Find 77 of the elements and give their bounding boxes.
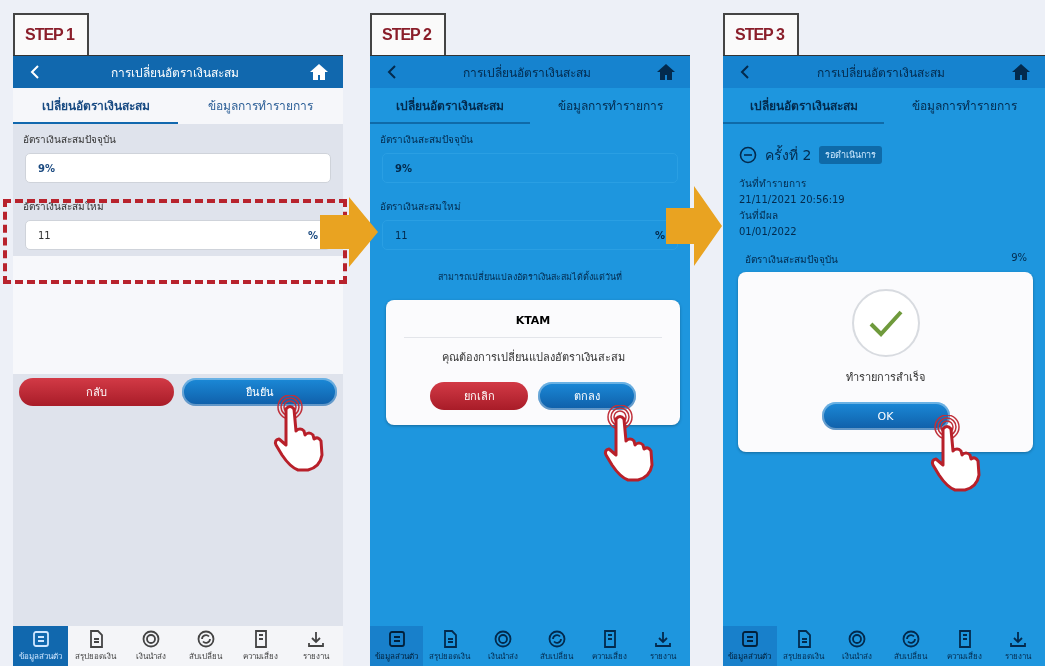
id-card-icon (386, 629, 407, 649)
step-label: STEP 1 (13, 13, 89, 55)
back-icon[interactable] (29, 64, 41, 80)
detail-label: วันที่ทำรายการ (738, 176, 807, 191)
tab[interactable]: ข้อมูลการทำรายการ (884, 88, 1045, 124)
step-label: STEP 3 (723, 13, 799, 55)
back-icon[interactable] (386, 64, 398, 80)
tab[interactable]: เปลี่ยนอัตราเงินสะสม (723, 88, 884, 124)
nav-item[interactable]: เงินนำส่ง (123, 626, 178, 666)
nav-item[interactable]: สรุปยอดเงิน (423, 626, 477, 666)
screen-title: การเปลี่ยนอัตราเงินสะสม (463, 63, 591, 82)
cancel-button[interactable]: ยกเลิก (430, 382, 528, 410)
detail-label: วันที่มีผล (738, 208, 779, 223)
back-icon[interactable] (739, 64, 751, 80)
arrow-icon (666, 186, 722, 266)
field-label: อัตราเงินสะสมปัจจุบัน (22, 133, 117, 148)
detail-value: 21/11/2021 20:56:19 (738, 193, 846, 207)
field-value: 11 (38, 229, 51, 241)
nav-item[interactable]: รายงาน (636, 626, 690, 666)
nav-item[interactable]: เงินนำส่ง (476, 626, 530, 666)
nav-item[interactable]: สรุปยอดเงิน (776, 626, 831, 666)
download-icon (653, 629, 674, 649)
coin-icon (847, 629, 868, 649)
field-label: อัตราเงินสะสมปัจจุบัน (379, 133, 474, 148)
nav-item[interactable]: สรุปยอดเงิน (68, 626, 123, 666)
download-icon (1008, 629, 1029, 649)
note-text: สามารถเปลี่ยนแปลงอัตราเงินสะสมได้ตั้งแต่วันที่ (438, 270, 622, 284)
field-value: 9% (38, 162, 55, 174)
home-icon[interactable] (1011, 63, 1031, 81)
step-label: STEP 2 (370, 13, 446, 55)
tab[interactable]: ข้อมูลการทำรายการ (178, 88, 343, 124)
status-badge: รอดำเนินการ (819, 146, 883, 164)
nav-item[interactable]: ข้อมูลส่วนตัว (13, 626, 68, 666)
dialog-title: KTAM (403, 314, 663, 338)
home-icon[interactable] (309, 63, 329, 81)
nav-item[interactable]: รายงาน (288, 626, 343, 666)
dialog-message: ทำรายการสำเร็จ (846, 369, 925, 386)
dialog-message: คุณต้องการเปลี่ยนแปลงอัตราเงินสะสม (441, 348, 625, 366)
screen-title: การเปลี่ยนอัตราเงินสะสม (817, 63, 945, 82)
nav-item[interactable]: ความเสี่ยง (937, 626, 992, 666)
nav-item[interactable]: ความเสี่ยง (583, 626, 637, 666)
nav-item[interactable]: เงินนำส่ง (830, 626, 884, 666)
nav-item[interactable]: ข้อมูลส่วนตัว (370, 626, 424, 666)
arrow-icon (320, 197, 378, 267)
field-label: อัตราเงินสะสมใหม่ (22, 200, 105, 214)
coin-icon (140, 629, 161, 649)
unit-label: % (307, 229, 318, 241)
detail-value: 9% (1011, 252, 1027, 265)
nav-item[interactable]: รายงาน (991, 626, 1045, 666)
nav-item[interactable]: สับเปลี่ยน (530, 626, 584, 666)
nav-item[interactable]: ความเสี่ยง (233, 626, 288, 666)
tab[interactable]: เปลี่ยนอัตราเงินสะสม (370, 88, 530, 124)
coin-icon (493, 629, 514, 649)
nav-item[interactable]: สับเปลี่ยน (178, 626, 233, 666)
field-label: อัตราเงินสะสมใหม่ (379, 200, 462, 214)
unit-label: % (654, 229, 665, 241)
entry-title: ครั้งที่ 2 (765, 144, 812, 165)
collapse-icon[interactable] (739, 146, 757, 164)
field-value: 9% (395, 162, 412, 174)
nav-item[interactable]: ข้อมูลส่วนตัว (723, 626, 777, 666)
new-rate-field[interactable]: 11 % (382, 220, 678, 250)
download-icon (305, 629, 326, 649)
field-value: 11 (395, 229, 408, 241)
screen-title: การเปลี่ยนอัตราเงินสะสม (111, 63, 239, 82)
id-card-icon (739, 629, 760, 649)
id-card-icon (30, 629, 51, 649)
back-button[interactable]: กลับ (19, 378, 174, 406)
detail-value: 01/01/2022 (738, 225, 798, 239)
confirm-button[interactable]: OK (821, 402, 950, 430)
nav-item[interactable]: สับเปลี่ยน (884, 626, 938, 666)
tab[interactable]: ข้อมูลการทำรายการ (530, 88, 690, 124)
checkmark-icon (850, 288, 921, 358)
home-icon[interactable] (656, 63, 676, 81)
detail-label: อัตราเงินสะสมปัจจุบัน (745, 253, 838, 267)
confirm-button[interactable]: ตกลง (538, 382, 636, 410)
tab[interactable]: เปลี่ยนอัตราเงินสะสม (13, 88, 178, 124)
confirm-button[interactable]: ยืนยัน (182, 378, 337, 406)
